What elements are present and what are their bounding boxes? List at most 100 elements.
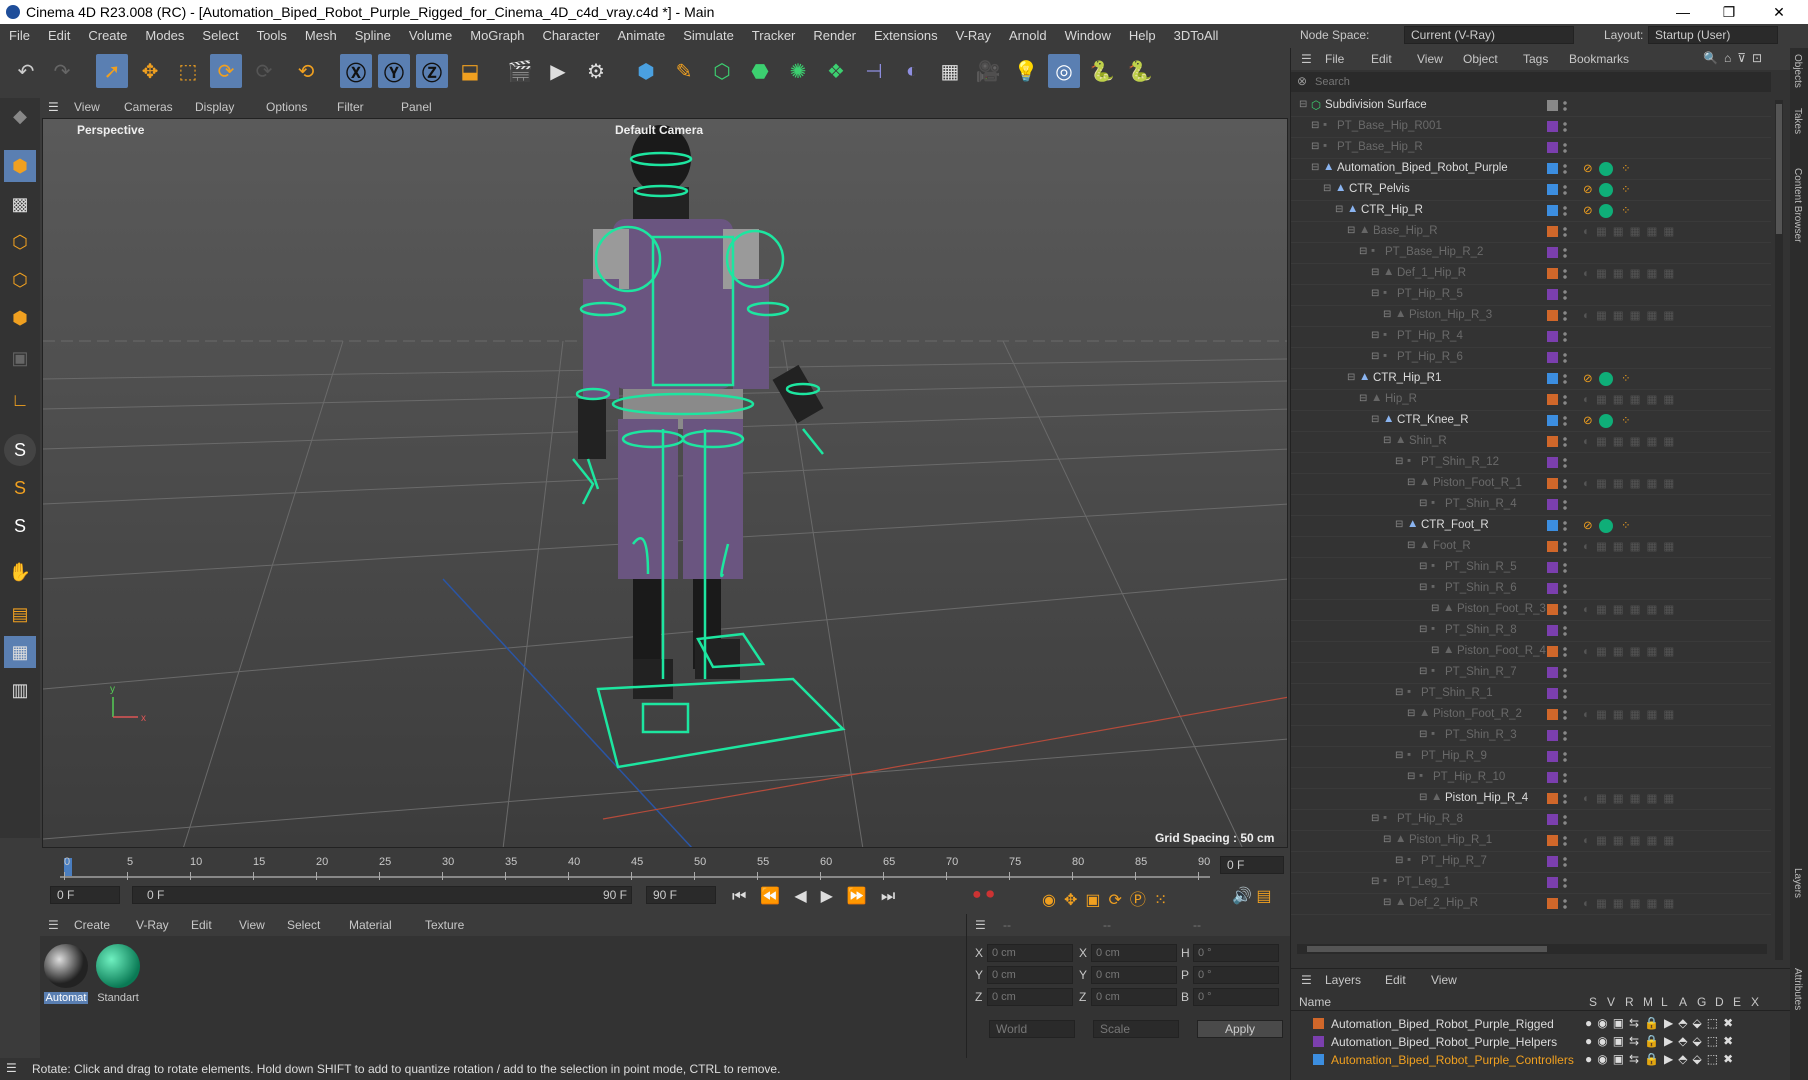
menu-3dtoall[interactable]: 3DToAll bbox=[1165, 28, 1228, 43]
layer-row[interactable]: Automation_Biped_Robot_Purple_Rigged ●◉▣⇆… bbox=[1295, 1015, 1785, 1033]
x-axis-lock-icon[interactable]: Ⓧ bbox=[340, 54, 372, 88]
current-frame-field[interactable]: 0 F bbox=[1220, 856, 1284, 874]
rotate-tool-icon[interactable]: ⟳ bbox=[210, 54, 242, 88]
layout-select[interactable]: Startup (User) bbox=[1648, 26, 1778, 44]
object-row[interactable]: ⊟ ▲ Piston_Hip_R_1 ◐▦▦▦▦▦ bbox=[1291, 831, 1771, 852]
object-row[interactable]: ⊟ ▲ Foot_R ◐▦▦▦▦▦ bbox=[1291, 537, 1771, 558]
layer-color-swatch[interactable] bbox=[1547, 499, 1558, 510]
visibility-dots-icon[interactable] bbox=[1563, 898, 1567, 910]
tree-expand-icon[interactable]: ⊟ bbox=[1419, 624, 1427, 635]
layer-row[interactable]: Automation_Biped_Robot_Purple_Helpers ●◉▣… bbox=[1295, 1033, 1785, 1051]
python-script-icon[interactable]: 🐍 bbox=[1124, 54, 1156, 88]
tree-expand-icon[interactable]: ⊟ bbox=[1359, 246, 1367, 257]
tree-expand-icon[interactable]: ⊟ bbox=[1347, 225, 1355, 236]
layer-color-swatch[interactable] bbox=[1547, 709, 1558, 720]
layer-color-swatch[interactable] bbox=[1547, 100, 1558, 111]
workplane-lock-icon[interactable]: ▦ bbox=[4, 636, 36, 668]
viewport-menu-display[interactable]: Display bbox=[195, 100, 234, 114]
visibility-dots-icon[interactable] bbox=[1563, 751, 1567, 763]
object-name[interactable]: PT_Hip_R_10 bbox=[1433, 771, 1505, 783]
menu-character[interactable]: Character bbox=[533, 28, 608, 43]
object-name[interactable]: PT_Shin_R_1 bbox=[1421, 687, 1493, 699]
object-name[interactable]: CTR_Knee_R bbox=[1397, 414, 1469, 426]
visibility-dots-icon[interactable] bbox=[1563, 121, 1567, 133]
tree-expand-icon[interactable]: ⊟ bbox=[1371, 267, 1379, 278]
maximize-button[interactable]: ❐ bbox=[1706, 0, 1752, 24]
tree-expand-icon[interactable]: ⊟ bbox=[1419, 582, 1427, 593]
texture-mode-icon[interactable]: ▩ bbox=[4, 188, 36, 220]
layer-color-swatch[interactable] bbox=[1547, 352, 1558, 363]
snap-settings-icon[interactable]: S bbox=[4, 472, 36, 504]
layer-color-swatch[interactable] bbox=[1547, 142, 1558, 153]
coord-value-field[interactable]: 0 ° bbox=[1193, 966, 1279, 984]
object-name[interactable]: PT_Leg_1 bbox=[1397, 876, 1450, 888]
object-row[interactable]: ⊟ ▪ PT_Leg_1 bbox=[1291, 873, 1771, 894]
visibility-dots-icon[interactable] bbox=[1563, 520, 1567, 532]
close-button[interactable]: ✕ bbox=[1756, 0, 1802, 24]
visibility-dots-icon[interactable] bbox=[1563, 814, 1567, 826]
model-mode-icon[interactable]: ⬢ bbox=[4, 150, 36, 182]
object-name[interactable]: CTR_Hip_R bbox=[1361, 204, 1423, 216]
layer-color-swatch[interactable] bbox=[1547, 646, 1558, 657]
display-tag-icon[interactable]: ⁘ bbox=[1621, 203, 1631, 217]
layer-color-swatch[interactable] bbox=[1547, 184, 1558, 195]
tree-expand-icon[interactable]: ⊟ bbox=[1335, 204, 1343, 215]
object-hscrollbar[interactable] bbox=[1297, 944, 1767, 954]
protection-tag-icon[interactable]: ⊘ bbox=[1583, 203, 1593, 217]
visibility-dots-icon[interactable] bbox=[1563, 835, 1567, 847]
coord-value-field[interactable]: 0 ° bbox=[1193, 988, 1279, 1006]
tree-expand-icon[interactable]: ⊟ bbox=[1323, 183, 1331, 194]
protection-tag-icon[interactable]: ⊘ bbox=[1583, 182, 1593, 196]
object-name[interactable]: Piston_Foot_R_4 bbox=[1457, 645, 1546, 657]
object-name[interactable]: PT_Shin_R_4 bbox=[1445, 498, 1517, 510]
visibility-dots-icon[interactable] bbox=[1563, 583, 1567, 595]
tree-expand-icon[interactable]: ⊟ bbox=[1407, 540, 1415, 551]
visibility-dots-icon[interactable] bbox=[1563, 331, 1567, 343]
layer-color-swatch[interactable] bbox=[1547, 289, 1558, 300]
layer-column-v[interactable]: V bbox=[1607, 995, 1625, 1009]
object-menu-object[interactable]: Object bbox=[1463, 52, 1498, 66]
side-tab-layers[interactable]: Layers bbox=[1792, 868, 1803, 898]
layer-toggle-icons[interactable]: ●◉▣⇆🔒▶⬘⬙⬚✖ bbox=[1585, 1016, 1738, 1030]
object-name[interactable]: CTR_Hip_R1 bbox=[1373, 372, 1441, 384]
visibility-dots-icon[interactable] bbox=[1563, 226, 1567, 238]
visibility-dots-icon[interactable] bbox=[1563, 184, 1567, 196]
object-name[interactable]: PT_Hip_R_9 bbox=[1421, 750, 1487, 762]
object-name[interactable]: Hip_R bbox=[1385, 393, 1417, 405]
tag-icons[interactable]: ◐▦▦▦▦▦ bbox=[1583, 833, 1680, 847]
mograph-icon[interactable]: ❖ bbox=[820, 54, 852, 88]
material-name-standart[interactable]: Standart bbox=[96, 992, 140, 1004]
layer-toggle-icons[interactable]: ●◉▣⇆🔒▶⬘⬙⬚✖ bbox=[1585, 1034, 1738, 1048]
side-tab-content-browser[interactable]: Content Browser bbox=[1792, 168, 1803, 242]
object-menu-tags[interactable]: Tags bbox=[1523, 52, 1548, 66]
search-clear-icon[interactable]: ⊗ bbox=[1297, 74, 1307, 88]
visibility-dots-icon[interactable] bbox=[1563, 856, 1567, 868]
axis-mode-icon[interactable]: ∟ bbox=[4, 384, 36, 416]
layer-column-d[interactable]: D bbox=[1715, 995, 1733, 1009]
tree-expand-icon[interactable]: ⊟ bbox=[1383, 435, 1391, 446]
object-row[interactable]: ⊟ ▪ PT_Base_Hip_R_2 bbox=[1291, 243, 1771, 264]
object-row[interactable]: ⊟ ▪ PT_Shin_R_1 bbox=[1291, 684, 1771, 705]
perspective-viewport[interactable]: y x Perspective Default Camera Grid Spac… bbox=[42, 118, 1288, 848]
workplane-align-icon[interactable]: ▥ bbox=[4, 674, 36, 706]
menu-spline[interactable]: Spline bbox=[346, 28, 400, 43]
object-name[interactable]: PT_Hip_R_6 bbox=[1397, 351, 1463, 363]
layer-color-swatch[interactable] bbox=[1547, 583, 1558, 594]
layer-color-swatch[interactable] bbox=[1547, 856, 1558, 867]
material-menu-select[interactable]: Select bbox=[287, 918, 320, 932]
layer-color-swatch[interactable] bbox=[1547, 394, 1558, 405]
material-tag-icon[interactable] bbox=[1599, 183, 1613, 197]
keyframe-tools[interactable]: ◉✥▣⟳Ⓟ⁙ bbox=[1042, 886, 1175, 910]
object-name[interactable]: PT_Shin_R_5 bbox=[1445, 561, 1517, 573]
object-row[interactable]: ⊟ ▪ PT_Hip_R_10 bbox=[1291, 768, 1771, 789]
layer-row[interactable]: Automation_Biped_Robot_Purple_Controller… bbox=[1295, 1051, 1785, 1069]
object-row[interactable]: ⊟ ▲ CTR_Pelvis ⊘ ⁘ bbox=[1291, 180, 1771, 201]
object-name[interactable]: Piston_Hip_R_3 bbox=[1409, 309, 1492, 321]
object-row[interactable]: ⊟ ▲ Def_2_Hip_R ◐▦▦▦▦▦ bbox=[1291, 894, 1771, 915]
object-row[interactable]: ⊟ ▪ PT_Shin_R_4 bbox=[1291, 495, 1771, 516]
field-icon[interactable]: ◐ bbox=[896, 54, 928, 88]
tag-icons[interactable]: ◐▦▦▦▦▦ bbox=[1583, 266, 1680, 280]
tree-expand-icon[interactable]: ⊟ bbox=[1371, 813, 1379, 824]
object-row[interactable]: ⊟ ▪ PT_Hip_R_9 bbox=[1291, 747, 1771, 768]
vray-icon[interactable]: ◎ bbox=[1048, 54, 1080, 88]
